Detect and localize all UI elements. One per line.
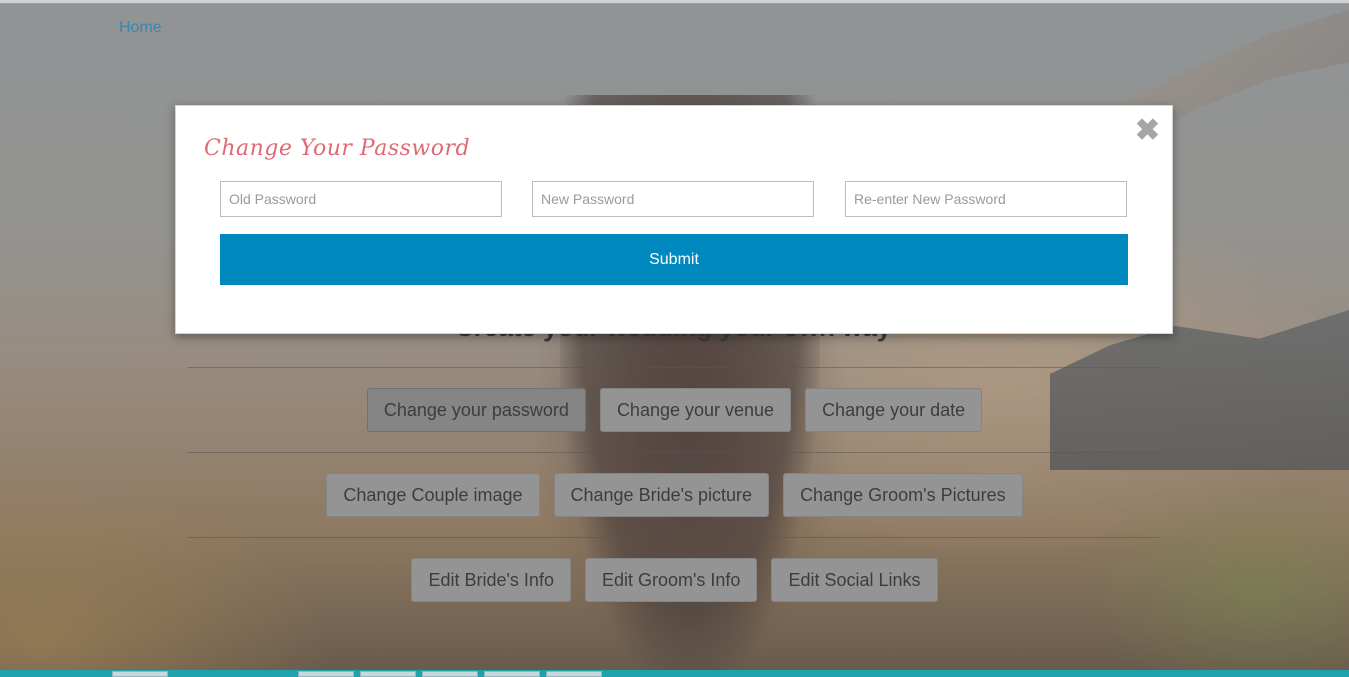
submit-button[interactable]: Submit — [220, 234, 1128, 285]
reenter-password-input[interactable] — [845, 181, 1127, 217]
taskbar-item[interactable] — [484, 671, 540, 677]
taskbar-item[interactable] — [360, 671, 416, 677]
taskbar-item[interactable] — [298, 671, 354, 677]
change-password-modal: ✖ Change Your Password Submit — [175, 105, 1173, 334]
taskbar-item[interactable] — [422, 671, 478, 677]
modal-backdrop[interactable] — [0, 0, 1349, 670]
taskbar-item[interactable] — [112, 671, 168, 677]
old-password-input[interactable] — [220, 181, 502, 217]
modal-title: Change Your Password — [204, 136, 471, 161]
new-password-input[interactable] — [532, 181, 814, 217]
os-taskbar — [0, 670, 1349, 677]
close-icon[interactable]: ✖ — [1135, 116, 1160, 146]
taskbar-item[interactable] — [546, 671, 602, 677]
